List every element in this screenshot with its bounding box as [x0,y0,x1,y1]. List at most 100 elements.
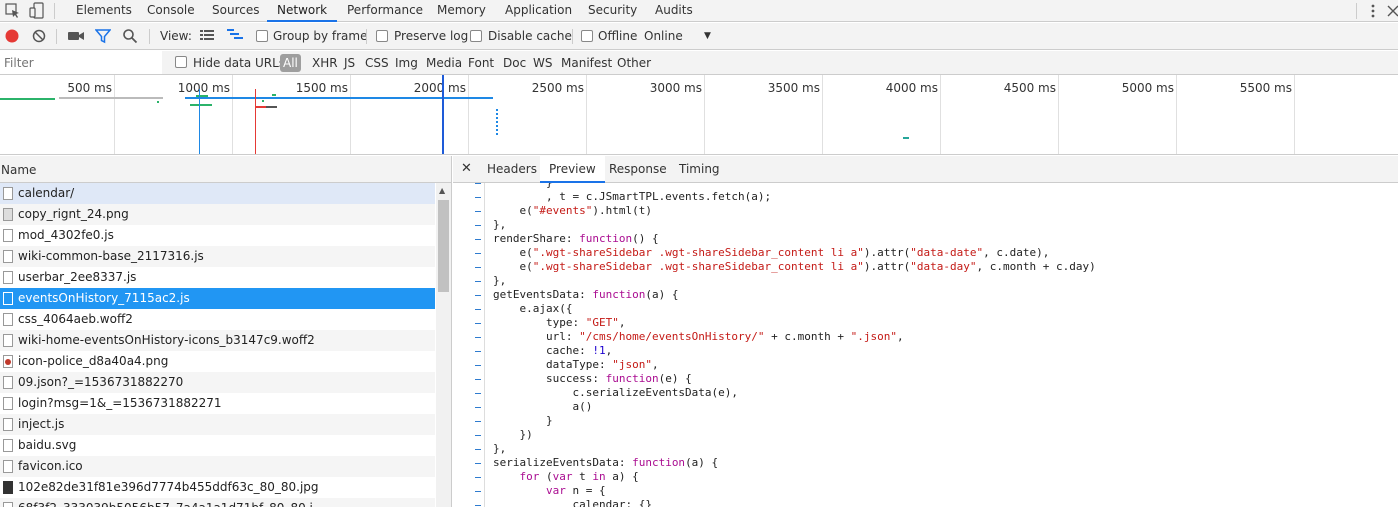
tab-response[interactable]: Response [600,156,676,183]
request-row[interactable]: css_4064aeb.woff2 [0,309,435,330]
offline-checkbox[interactable] [581,30,593,42]
request-row[interactable]: baidu.svg [0,435,435,456]
throttling-select[interactable]: Online [644,29,683,43]
request-row[interactable]: login?msg=1&_=1536731882271 [0,393,435,414]
network-toolbar: View: Group by frame Preserve log Disabl… [0,23,1398,50]
request-row[interactable]: calendar/ [0,183,435,204]
gutter-marker [475,463,481,464]
tab-preview[interactable]: Preview [540,156,605,183]
name-column-header[interactable]: Name [0,156,451,183]
gutter-marker [475,505,481,506]
close-icon[interactable] [1384,2,1398,20]
more-options-icon[interactable] [1364,2,1382,20]
filter-input[interactable] [0,51,162,74]
request-row[interactable]: icon-police_d8a40a4.png [0,351,435,372]
request-name: css_4064aeb.woff2 [18,312,133,326]
request-row[interactable]: mod_4302fe0.js [0,225,435,246]
filter-type-all[interactable]: All [280,54,301,72]
chevron-down-icon[interactable]: ▼ [704,31,711,41]
filter-type-ws[interactable]: WS [533,56,552,70]
request-row[interactable]: 68f3f2_333039b5056b57_7a4a1a1d71bf_80_80… [0,498,435,507]
tab-application[interactable]: Application [495,0,582,22]
tab-audits[interactable]: Audits [645,0,703,22]
request-list-scrollbar[interactable]: ▲ [436,183,451,507]
preserve-log-checkbox[interactable] [376,30,388,42]
timeline-bar [59,97,163,99]
tab-timing[interactable]: Timing [670,156,729,183]
filter-type-font[interactable]: Font [468,56,494,70]
gutter-marker [475,197,481,198]
request-name: icon-police_d8a40a4.png [18,354,169,368]
record-icon[interactable] [4,28,20,44]
timeline-tick-label: 3000 ms [650,81,702,95]
code-line: for (var t in a) { [519,470,639,483]
file-icon [3,418,13,431]
image-file-icon [3,355,13,368]
device-toolbar-icon[interactable] [28,2,46,20]
scrollbar-thumb[interactable] [438,200,449,292]
tab-network[interactable]: Network [267,0,338,22]
separator [54,3,55,19]
hide-data-urls-checkbox[interactable] [175,56,187,68]
file-icon [3,502,13,507]
file-icon [3,313,13,326]
filter-type-media[interactable]: Media [426,56,462,70]
request-row[interactable]: inject.js [0,414,435,435]
group-by-frame-checkbox[interactable] [256,30,268,42]
network-overview-timeline[interactable]: 500 ms 1000 ms 1500 ms 2000 ms 2500 ms 3000 m… [0,75,1398,155]
request-name: mod_4302fe0.js [18,228,114,242]
filter-type-js[interactable]: JS [344,56,355,70]
timeline-tick-label: 4500 ms [1004,81,1056,95]
timeline-bar [196,95,208,97]
request-row[interactable]: 102e82de31f81e396d7774b455ddf63c_80_80.j… [0,477,435,498]
code-line: success: function(e) { [493,372,692,385]
capture-screenshots-icon[interactable] [67,28,85,44]
request-row[interactable]: wiki-common-base_2117316.js [0,246,435,267]
timeline-bar [272,94,276,96]
clear-icon[interactable] [31,28,47,44]
large-request-rows-icon[interactable] [199,28,215,42]
close-detail-icon[interactable]: ✕ [461,161,472,176]
scroll-up-icon[interactable]: ▲ [439,186,445,195]
code-line: a() [493,400,593,413]
file-icon [3,187,13,200]
filter-type-doc[interactable]: Doc [503,56,526,70]
filter-type-css[interactable]: CSS [365,56,389,70]
disable-cache-label: Disable cache [488,29,572,43]
request-row[interactable]: wiki-home-eventsOnHistory-icons_b3147c9.… [0,330,435,351]
timeline-tick-label: 4000 ms [886,81,938,95]
file-icon [3,460,13,473]
tab-memory[interactable]: Memory [427,0,496,22]
timeline-tick-label: 3500 ms [768,81,820,95]
tab-security[interactable]: Security [578,0,647,22]
file-icon [3,439,13,452]
request-row[interactable]: eventsOnHistory_7115ac2.js [0,288,435,309]
gutter-marker [475,421,481,422]
tab-sources[interactable]: Sources [202,0,269,22]
code-line: dataType: "json", [493,358,659,371]
request-row[interactable]: copy_rignt_24.png [0,204,435,225]
gutter-marker [475,449,481,450]
inspect-element-icon[interactable] [4,2,22,20]
tab-elements[interactable]: Elements [66,0,142,22]
tab-performance[interactable]: Performance [337,0,433,22]
preview-code-view[interactable]: } , t = c.JSmartTPL.events.fetch(a); e("… [453,183,1398,507]
filter-type-img[interactable]: Img [395,56,418,70]
gutter-marker [475,323,481,324]
filter-type-xhr[interactable]: XHR [312,56,338,70]
filter-type-other[interactable]: Other [617,56,651,70]
request-name: wiki-home-eventsOnHistory-icons_b3147c9.… [18,333,315,347]
disable-cache-checkbox[interactable] [470,30,482,42]
gutter-marker [475,267,481,268]
filter-type-manifest[interactable]: Manifest [561,56,612,70]
request-row[interactable]: userbar_2ee8337.js [0,267,435,288]
code-content[interactable]: } , t = c.JSmartTPL.events.fetch(a); e("… [493,183,1096,507]
waterfall-overview-icon[interactable] [226,28,244,42]
tab-console[interactable]: Console [137,0,205,22]
search-icon[interactable] [122,28,138,44]
request-row[interactable]: 09.json?_=1536731882270 [0,372,435,393]
filter-icon[interactable] [95,28,111,44]
timeline-bar [190,104,212,106]
request-row[interactable]: favicon.ico [0,456,435,477]
tab-headers[interactable]: Headers [478,156,546,183]
